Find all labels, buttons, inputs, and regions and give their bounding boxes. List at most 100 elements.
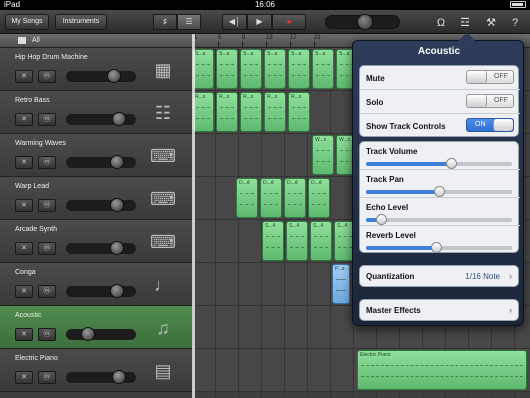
master-volume-slider[interactable] — [325, 14, 400, 30]
mute-icon[interactable]: ✕ — [15, 70, 33, 83]
track-volume-knob[interactable] — [110, 241, 124, 255]
track-header[interactable]: Warp Lead ✕ ⓜ ⌨ — [0, 177, 192, 220]
slider-track[interactable] — [366, 214, 512, 225]
region-label: W...s — [315, 137, 327, 143]
track-header[interactable]: Conga ✕ ⓜ ♩ — [0, 263, 192, 306]
slider-track[interactable] — [366, 158, 512, 169]
mute-icon[interactable]: ✕ — [15, 242, 33, 255]
track-volume-slider[interactable] — [66, 327, 136, 341]
audio-region[interactable]: S...a — [192, 49, 214, 89]
track-volume-slider[interactable] — [66, 69, 136, 83]
slider-knob[interactable] — [375, 214, 387, 225]
headphones-icon[interactable]: ⓜ — [38, 156, 56, 169]
record-icon[interactable]: ● — [272, 14, 306, 30]
track-volume-slider[interactable] — [66, 284, 136, 298]
all-tracks-bar[interactable]: All — [0, 34, 192, 48]
audio-region[interactable]: S...a — [312, 49, 334, 89]
mute-toggle[interactable]: OFF — [466, 70, 514, 84]
master-volume-knob[interactable] — [357, 14, 373, 30]
instruments-button[interactable]: Instruments — [55, 14, 107, 30]
mute-icon[interactable]: ✕ — [15, 199, 33, 212]
audio-region[interactable]: D...d — [284, 178, 306, 218]
audio-region[interactable]: Electric Piano — [357, 350, 527, 390]
wrench-icon[interactable]: ⚒ — [484, 16, 498, 30]
track-volume-knob[interactable] — [110, 198, 124, 212]
headphones-icon[interactable]: ⓜ — [38, 371, 56, 384]
track-volume-knob[interactable] — [81, 327, 95, 341]
track-volume-knob[interactable] — [112, 112, 126, 126]
track-volume-knob[interactable] — [110, 155, 124, 169]
audio-region[interactable]: R...s — [192, 92, 214, 132]
headphones-icon[interactable]: ⓜ — [38, 199, 56, 212]
quantization-row[interactable]: Quantization 1/16 Note › — [359, 265, 519, 287]
help-icon[interactable]: ? — [508, 16, 522, 30]
mixer-icon[interactable]: ☲ — [458, 16, 472, 30]
audio-region[interactable]: D...d — [308, 178, 330, 218]
track-volume-slider[interactable] — [66, 198, 136, 212]
slider-track[interactable] — [366, 242, 512, 253]
audio-region[interactable]: R...s — [264, 92, 286, 132]
drum-machine-icon[interactable]: ▦ — [148, 56, 178, 84]
conga-icon[interactable]: ♩ — [148, 271, 178, 299]
mute-icon[interactable]: ✕ — [15, 285, 33, 298]
audio-region[interactable]: P...s — [332, 264, 350, 304]
slider-track[interactable] — [366, 186, 512, 197]
keyboard-icon[interactable]: ⌨ — [148, 228, 178, 256]
track-volume-slider[interactable] — [66, 370, 136, 384]
audio-region[interactable]: W...s — [312, 135, 334, 175]
rewind-icon[interactable]: ◀│ — [222, 14, 247, 30]
tracks-view-icon[interactable]: ☰ — [177, 14, 201, 30]
my-songs-button[interactable]: My Songs — [5, 14, 49, 30]
keyboard-icon[interactable]: ⌨ — [148, 142, 178, 170]
audio-region[interactable]: S...a — [264, 49, 286, 89]
headphones-icon[interactable]: ⓜ — [38, 113, 56, 126]
audio-region[interactable]: S...4 — [286, 221, 308, 261]
track-header[interactable]: Warming Waves ✕ ⓜ ⌨ — [0, 134, 192, 177]
synth-icon[interactable]: ☷ — [148, 99, 178, 127]
audio-region[interactable]: D...d — [236, 178, 258, 218]
slider-knob[interactable] — [434, 186, 445, 197]
play-icon[interactable]: ▶ — [247, 14, 272, 30]
master-effects-row[interactable]: Master Effects › — [359, 299, 519, 321]
track-volume-slider[interactable] — [66, 112, 136, 126]
guitar-icon[interactable]: ♯ — [153, 14, 177, 30]
audio-region[interactable]: S...4 — [262, 221, 284, 261]
region-label: R...s — [267, 94, 278, 100]
audio-region[interactable]: D...d — [260, 178, 282, 218]
amp-icon[interactable]: ▤ — [148, 357, 178, 385]
playhead[interactable] — [192, 34, 195, 398]
track-header[interactable]: Electric Piano ✕ ⓜ ▤ — [0, 349, 192, 392]
track-header[interactable]: Acoustic ✕ ⓜ ♫ — [0, 306, 192, 349]
slider-knob[interactable] — [445, 158, 457, 169]
headphones-icon[interactable]: ⓜ — [38, 70, 56, 83]
solo-toggle[interactable]: OFF — [466, 94, 514, 108]
mute-icon[interactable]: ✕ — [15, 113, 33, 126]
headphones-icon[interactable]: ⓜ — [38, 242, 56, 255]
audio-region[interactable]: S...4 — [310, 221, 332, 261]
track-header[interactable]: Arcade Synth ✕ ⓜ ⌨ — [0, 220, 192, 263]
audio-region[interactable]: R...s — [288, 92, 310, 132]
track-volume-knob[interactable] — [110, 284, 124, 298]
mute-icon[interactable]: ✕ — [15, 328, 33, 341]
metronome-icon[interactable]: Ω — [434, 16, 448, 30]
track-volume-slider[interactable] — [66, 241, 136, 255]
track-volume-knob[interactable] — [112, 370, 126, 384]
audio-region[interactable]: S...a — [240, 49, 262, 89]
guitar-icon[interactable]: ♫ — [148, 314, 178, 342]
audio-region[interactable]: S...a — [216, 49, 238, 89]
keyboard-icon[interactable]: ⌨ — [148, 185, 178, 213]
audio-region[interactable]: R...s — [240, 92, 262, 132]
track-header[interactable]: Retro Bass ✕ ⓜ ☷ — [0, 91, 192, 134]
mute-icon[interactable]: ✕ — [15, 371, 33, 384]
mute-icon[interactable]: ✕ — [15, 156, 33, 169]
track-volume-knob[interactable] — [107, 69, 121, 83]
show-track-controls-toggle[interactable]: ON — [466, 118, 514, 132]
audio-region[interactable]: S...a — [288, 49, 310, 89]
headphones-icon[interactable]: ⓜ — [38, 285, 56, 298]
audio-region[interactable]: R...s — [216, 92, 238, 132]
track-header[interactable]: Hip Hop Drum Machine ✕ ⓜ ▦ — [0, 48, 192, 91]
region-label: S...a — [243, 51, 254, 57]
slider-knob[interactable] — [431, 242, 443, 253]
track-volume-slider[interactable] — [66, 155, 136, 169]
headphones-icon[interactable]: ⓜ — [38, 328, 56, 341]
